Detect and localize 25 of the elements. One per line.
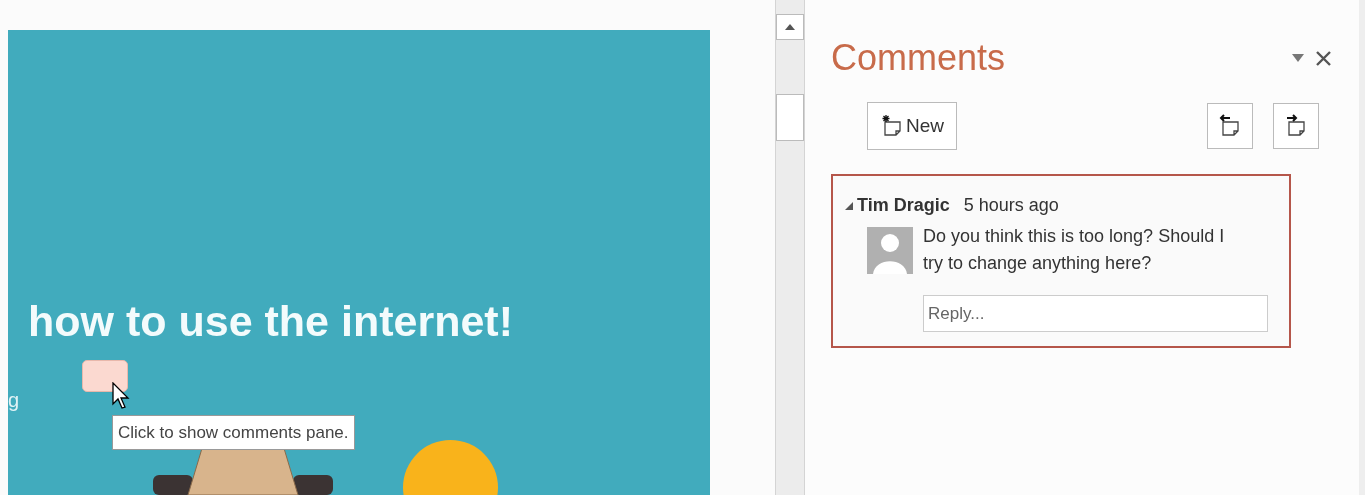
close-icon[interactable] — [1316, 50, 1331, 66]
previous-comment-button[interactable] — [1207, 103, 1253, 149]
next-comment-button[interactable] — [1273, 103, 1319, 149]
comment-author: Tim Dragic — [857, 194, 950, 217]
reply-field[interactable]: Reply... — [923, 295, 1268, 332]
mouse-pointer-icon — [112, 382, 130, 410]
tooltip: Click to show comments pane. — [112, 415, 355, 451]
new-note-icon — [880, 114, 904, 138]
collapse-triangle-icon[interactable] — [845, 201, 853, 210]
pane-title: Comments — [831, 40, 1006, 76]
new-comment-button[interactable]: New — [867, 102, 957, 150]
scroll-thumb[interactable] — [776, 94, 804, 141]
avatar-silhouette-icon — [867, 227, 913, 274]
dropdown-caret-icon[interactable] — [1292, 54, 1304, 62]
comment-card[interactable]: Tim Dragic 5 hours ago Do you think this is too long? Should I try to change anything here? Reply... — [831, 174, 1291, 348]
caret-up-icon — [785, 24, 795, 30]
comment-text: Do you think this is too long? Should I try to change anything here? — [923, 225, 1226, 275]
note-left-arrow-icon — [1218, 114, 1242, 138]
scrollbar[interactable] — [775, 0, 805, 495]
comment-marker[interactable] — [82, 360, 128, 392]
note-right-arrow-icon — [1284, 114, 1308, 138]
slide-text: g — [8, 390, 20, 410]
comment-time: 5 hours ago — [963, 194, 1059, 217]
slide-title: how to use the internet! — [28, 300, 513, 343]
scroll-up-button[interactable] — [776, 14, 804, 40]
